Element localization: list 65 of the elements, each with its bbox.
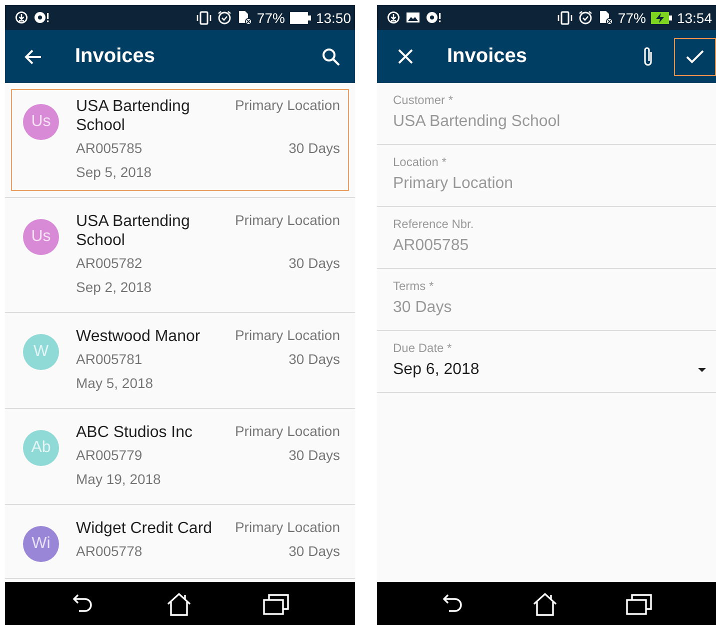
terms-text: 30 Days bbox=[288, 139, 340, 158]
recent-apps-icon bbox=[626, 592, 652, 614]
invoice-date: Sep 2, 2018 bbox=[76, 278, 153, 297]
alarm-icon bbox=[578, 10, 593, 25]
notification-icon bbox=[34, 11, 50, 24]
vibrate-icon bbox=[196, 10, 212, 24]
customer-name: Widget Credit Card bbox=[76, 519, 214, 538]
reference-number: AR005785 bbox=[76, 139, 144, 158]
invoice-item[interactable]: W Westwood Manor Primary Location AR005781 30 Days May 5, 2018 bbox=[11, 319, 349, 402]
location-text: Primary Location bbox=[234, 519, 340, 537]
terms-text: 30 Days bbox=[288, 254, 340, 273]
location-text: Primary Location bbox=[234, 423, 340, 441]
invoice-date: May 19, 2018 bbox=[76, 470, 162, 489]
dropdown-field[interactable]: Due Date * Sep 6, 2018 bbox=[377, 331, 716, 393]
back-arrow-icon bbox=[24, 48, 42, 64]
sd-card-icon bbox=[236, 10, 252, 25]
home-icon bbox=[532, 592, 558, 616]
avatar-initials: Wi bbox=[23, 526, 59, 562]
image-icon bbox=[406, 12, 420, 23]
status-time: 13:54 bbox=[676, 10, 712, 26]
terms-text: 30 Days bbox=[288, 446, 340, 465]
reference-number: AR005781 bbox=[76, 350, 144, 369]
battery-percent: 77% bbox=[256, 10, 285, 26]
customer-name: Westwood Manor bbox=[76, 327, 202, 346]
location-text: Primary Location bbox=[234, 327, 340, 345]
checkmark-icon bbox=[686, 50, 704, 64]
location-text: Primary Location bbox=[234, 97, 340, 115]
close-icon bbox=[398, 49, 412, 64]
invoice-date: Sep 5, 2018 bbox=[76, 163, 153, 182]
reference-number: AR005779 bbox=[76, 446, 144, 465]
download-icon bbox=[15, 11, 28, 24]
search-icon bbox=[322, 48, 340, 66]
invoice-item[interactable]: Us USA Bartending School Primary Location AR005785 30 Days Sep 5, 2018 bbox=[11, 89, 349, 191]
notification-icon bbox=[426, 11, 442, 24]
alarm-icon bbox=[216, 10, 232, 25]
screen-title: Invoices bbox=[447, 45, 528, 68]
paperclip-icon bbox=[642, 46, 654, 68]
recent-apps-icon bbox=[263, 592, 290, 614]
invoice-item[interactable]: Wi Widget Credit Card Primary Location AR005778 30 Days bbox=[11, 511, 349, 572]
customer-name: USA Bartending School bbox=[76, 212, 191, 250]
reference-number: AR005782 bbox=[76, 254, 144, 273]
back-icon bbox=[440, 592, 465, 614]
battery-percent: 77% bbox=[618, 10, 646, 26]
reference-number: AR005778 bbox=[76, 542, 144, 561]
back-icon bbox=[70, 592, 95, 614]
location-text: Primary Location bbox=[234, 212, 340, 230]
invoice-item[interactable]: Us USA Bartending School Primary Location AR005782 30 Days Sep 2, 2018 bbox=[11, 204, 349, 306]
screen-title: Invoices bbox=[75, 45, 156, 68]
dropdown-caret-icon bbox=[698, 368, 706, 372]
terms-text: 30 Days bbox=[288, 542, 340, 561]
save-button[interactable] bbox=[674, 38, 716, 76]
avatar-initials: Us bbox=[23, 219, 59, 255]
download-icon bbox=[387, 11, 400, 24]
avatar-initials: Ab bbox=[23, 430, 59, 466]
invoice-item[interactable]: Ab ABC Studios Inc Primary Location AR005779 30 Days May 19, 2018 bbox=[11, 415, 349, 498]
vibrate-icon bbox=[556, 10, 573, 24]
avatar-initials: Us bbox=[23, 104, 59, 140]
status-time: 13:50 bbox=[316, 10, 351, 26]
customer-name: USA Bartending School bbox=[76, 97, 191, 135]
terms-text: 30 Days bbox=[288, 350, 340, 369]
invoice-date: May 5, 2018 bbox=[76, 374, 154, 393]
avatar-initials: W bbox=[23, 334, 59, 370]
customer-name: ABC Studios Inc bbox=[76, 423, 194, 442]
home-icon bbox=[166, 592, 192, 616]
sd-card-icon bbox=[598, 10, 613, 25]
